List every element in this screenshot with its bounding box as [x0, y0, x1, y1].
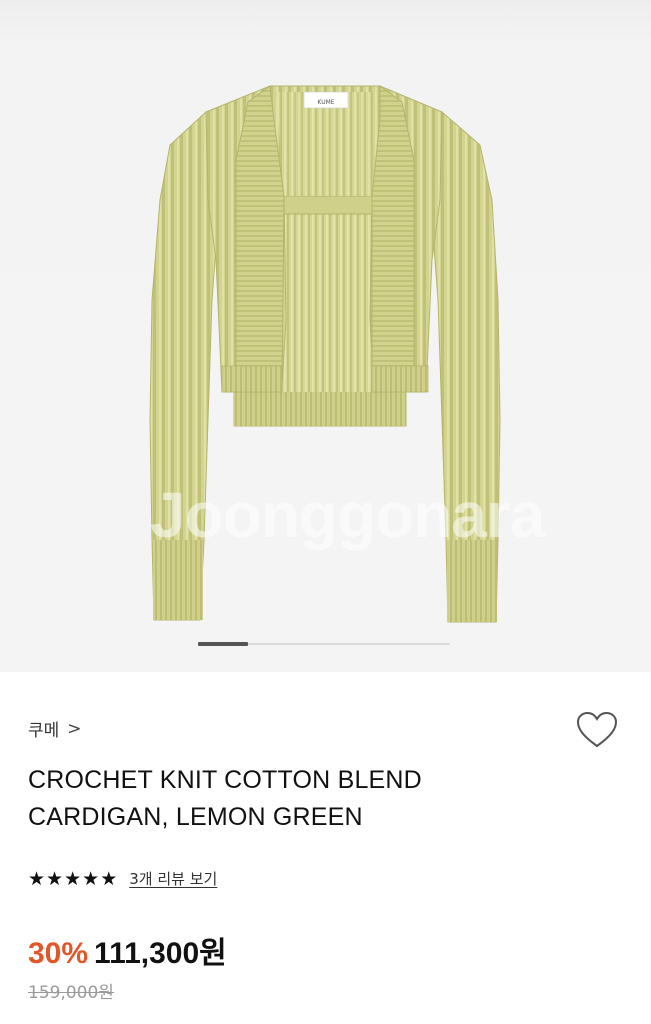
discount-rate: 30%: [28, 937, 89, 970]
rating-row: ★ ★ ★ ★ ★ 3개 리뷰 보기: [28, 868, 217, 889]
star-icon: ★: [46, 867, 64, 890]
product-info: 쿠메 > CROCHET KNIT COTTON BLEND CARDIGAN,…: [0, 672, 651, 1024]
chevron-right-icon: >: [67, 718, 82, 739]
watermark: Joonggonara: [150, 479, 545, 551]
product-image-carousel[interactable]: KUME Joonggonara: [0, 0, 651, 672]
heart-outline-icon[interactable]: [575, 710, 619, 750]
star-rating: ★ ★ ★ ★ ★: [28, 869, 117, 889]
product-title-line-1: CROCHET KNIT COTTON BLEND: [28, 766, 422, 794]
view-reviews-link[interactable]: 3개 리뷰 보기: [129, 868, 217, 889]
product-title-line-2: CARDIGAN, LEMON GREEN: [28, 803, 363, 831]
brand-link[interactable]: 쿠메 >: [28, 716, 82, 742]
svg-text:KUME: KUME: [317, 99, 334, 106]
star-icon: ★: [82, 867, 100, 890]
original-price: 159,000원: [28, 983, 114, 1003]
carousel-indicator-active[interactable]: [198, 642, 248, 646]
price-row: 30% 111,300원: [28, 928, 227, 972]
brand-name: 쿠메: [28, 721, 60, 741]
star-icon: ★: [28, 867, 46, 890]
star-icon: ★: [100, 867, 118, 890]
sale-price: 111,300원: [94, 937, 227, 970]
product-image: KUME: [149, 85, 501, 623]
star-icon: ★: [64, 867, 82, 890]
product-title: CROCHET KNIT COTTON BLEND CARDIGAN, LEMO…: [28, 762, 588, 836]
